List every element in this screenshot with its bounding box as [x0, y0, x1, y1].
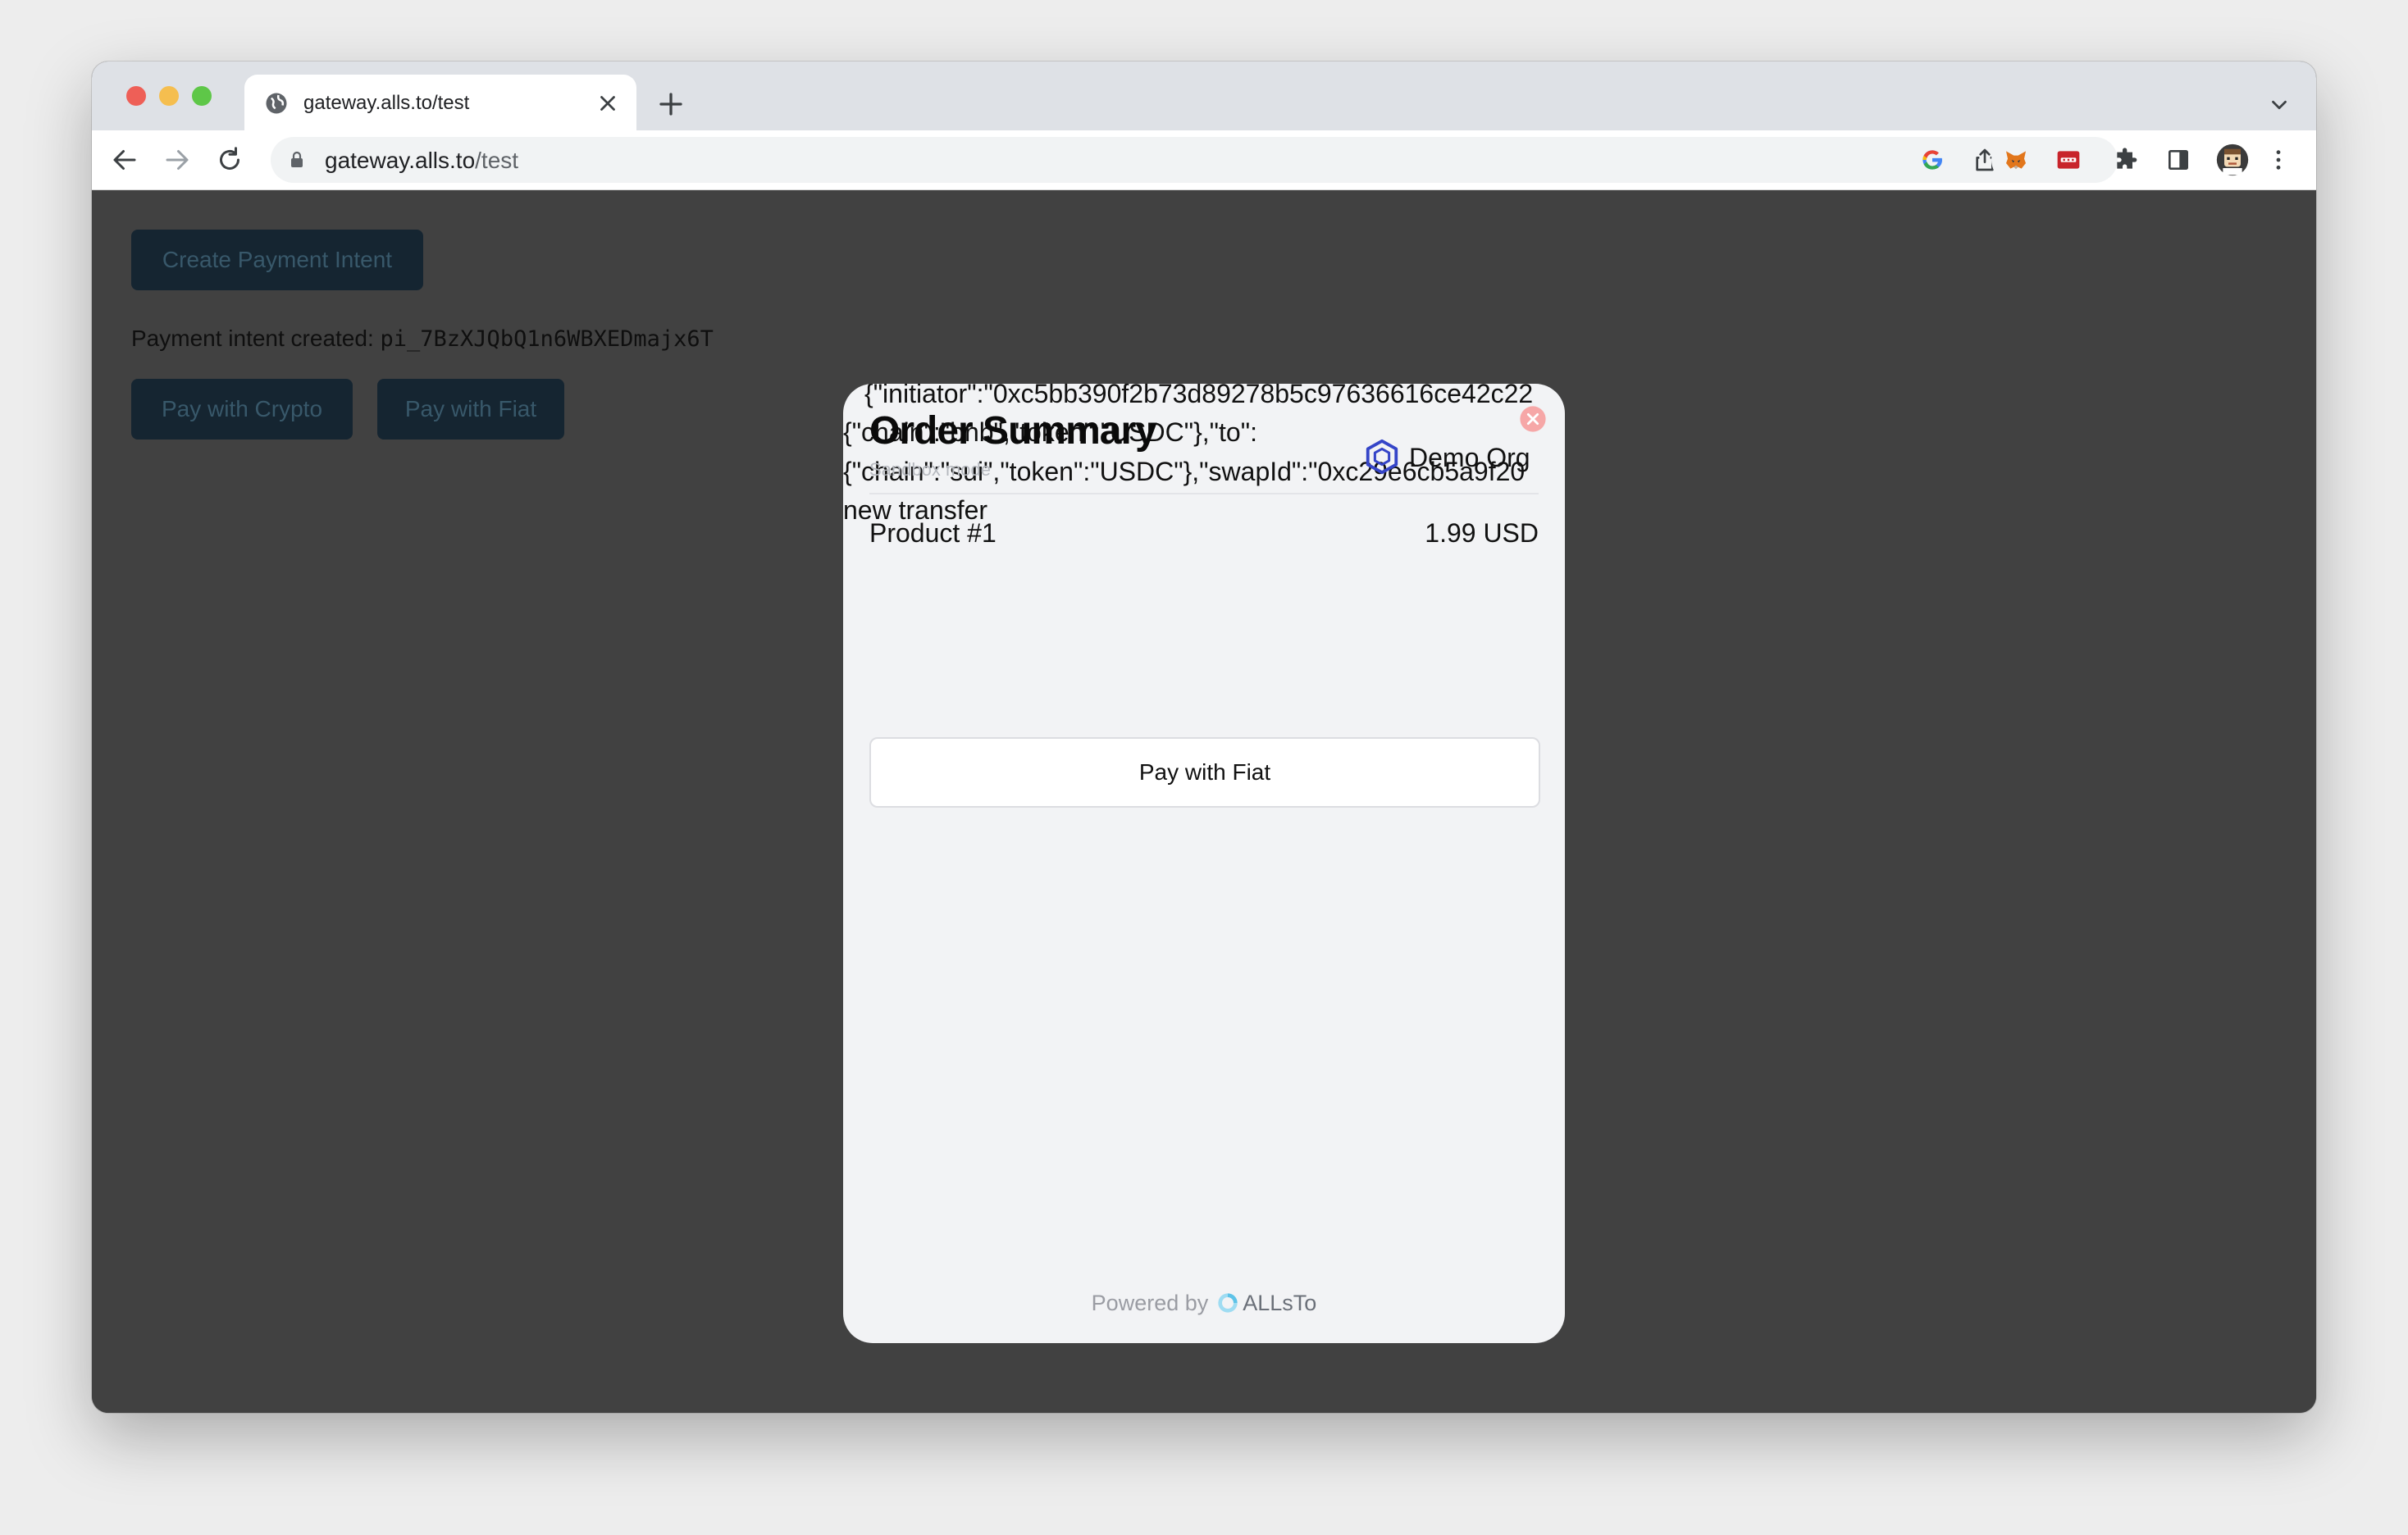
pay-with-crypto-button[interactable]: Pay with Crypto	[131, 379, 353, 440]
payment-intent-status: Payment intent created: pi_7BzXJQbQ1n6WB…	[131, 326, 714, 352]
url-path: /test	[475, 148, 519, 173]
page-content: Create Payment Intent Payment intent cre…	[92, 190, 2316, 1413]
side-panel-icon[interactable]	[2165, 147, 2191, 173]
browser-toolbar: gateway.alls.to/test	[92, 130, 2316, 190]
org-name: Demo Org	[1409, 443, 1530, 472]
plus-icon[interactable]	[656, 89, 686, 119]
product-name: Product #1	[869, 518, 996, 548]
close-icon[interactable]	[1519, 405, 1547, 433]
back-icon[interactable]	[110, 145, 139, 175]
chevron-down-icon[interactable]	[2267, 93, 2292, 117]
order-summary-title: Order Summary	[869, 409, 1157, 453]
google-icon[interactable]	[1919, 147, 1945, 173]
allsto-brand[interactable]: ALLsTo	[1243, 1291, 1316, 1315]
org-logo-icon	[1366, 439, 1398, 475]
create-payment-intent-button[interactable]: Create Payment Intent	[131, 230, 423, 290]
maximize-window-button[interactable]	[192, 86, 212, 106]
lock-icon[interactable]	[287, 150, 307, 170]
url-text: gateway.alls.to/test	[325, 148, 518, 174]
payment-intent-label: Payment intent created:	[131, 326, 381, 351]
tab-active[interactable]: gateway.alls.to/test	[244, 75, 636, 132]
allsto-logo-icon	[1218, 1293, 1238, 1313]
password-manager-icon[interactable]	[2055, 147, 2082, 173]
divider	[869, 493, 1539, 494]
payment-modal: {"initiator":"0xc5bb390f2b73d89278b5c976…	[843, 384, 1565, 1343]
browser-window: gateway.alls.to/test gateway.alls.to/tes…	[92, 61, 2316, 1413]
pay-with-fiat-page-button[interactable]: Pay with Fiat	[377, 379, 564, 440]
order-subtitle: Sandbox mode	[869, 459, 991, 480]
globe-icon	[266, 93, 287, 114]
forward-icon[interactable]	[162, 145, 192, 175]
pay-with-fiat-button[interactable]: Pay with Fiat	[869, 737, 1540, 808]
reload-icon[interactable]	[215, 145, 244, 175]
minimize-window-button[interactable]	[159, 86, 179, 106]
payment-intent-id: pi_7BzXJQbQ1n6WBXEDmajx6T	[380, 326, 714, 352]
close-window-button[interactable]	[126, 86, 146, 106]
close-icon[interactable]	[595, 91, 620, 116]
address-bar[interactable]: gateway.alls.to/test	[271, 137, 2068, 183]
powered-by-footer: Powered by ALLsTo	[843, 1291, 1565, 1316]
profile-avatar[interactable]	[2216, 143, 2249, 176]
extensions-icon[interactable]	[2113, 147, 2139, 173]
powered-by-label: Powered by	[1091, 1291, 1209, 1315]
debug-line-1: {"initiator":"0xc5bb390f2b73d89278b5c976…	[864, 384, 1534, 408]
metamask-icon[interactable]	[2003, 147, 2029, 173]
more-icon[interactable]	[2265, 147, 2292, 173]
product-price: 1.99 USD	[1425, 518, 1539, 548]
extensions-area	[1991, 137, 2298, 183]
url-host: gateway.alls.to	[325, 148, 476, 173]
tab-title: gateway.alls.to/test	[303, 92, 470, 114]
tab-strip: gateway.alls.to/test	[92, 61, 2316, 132]
